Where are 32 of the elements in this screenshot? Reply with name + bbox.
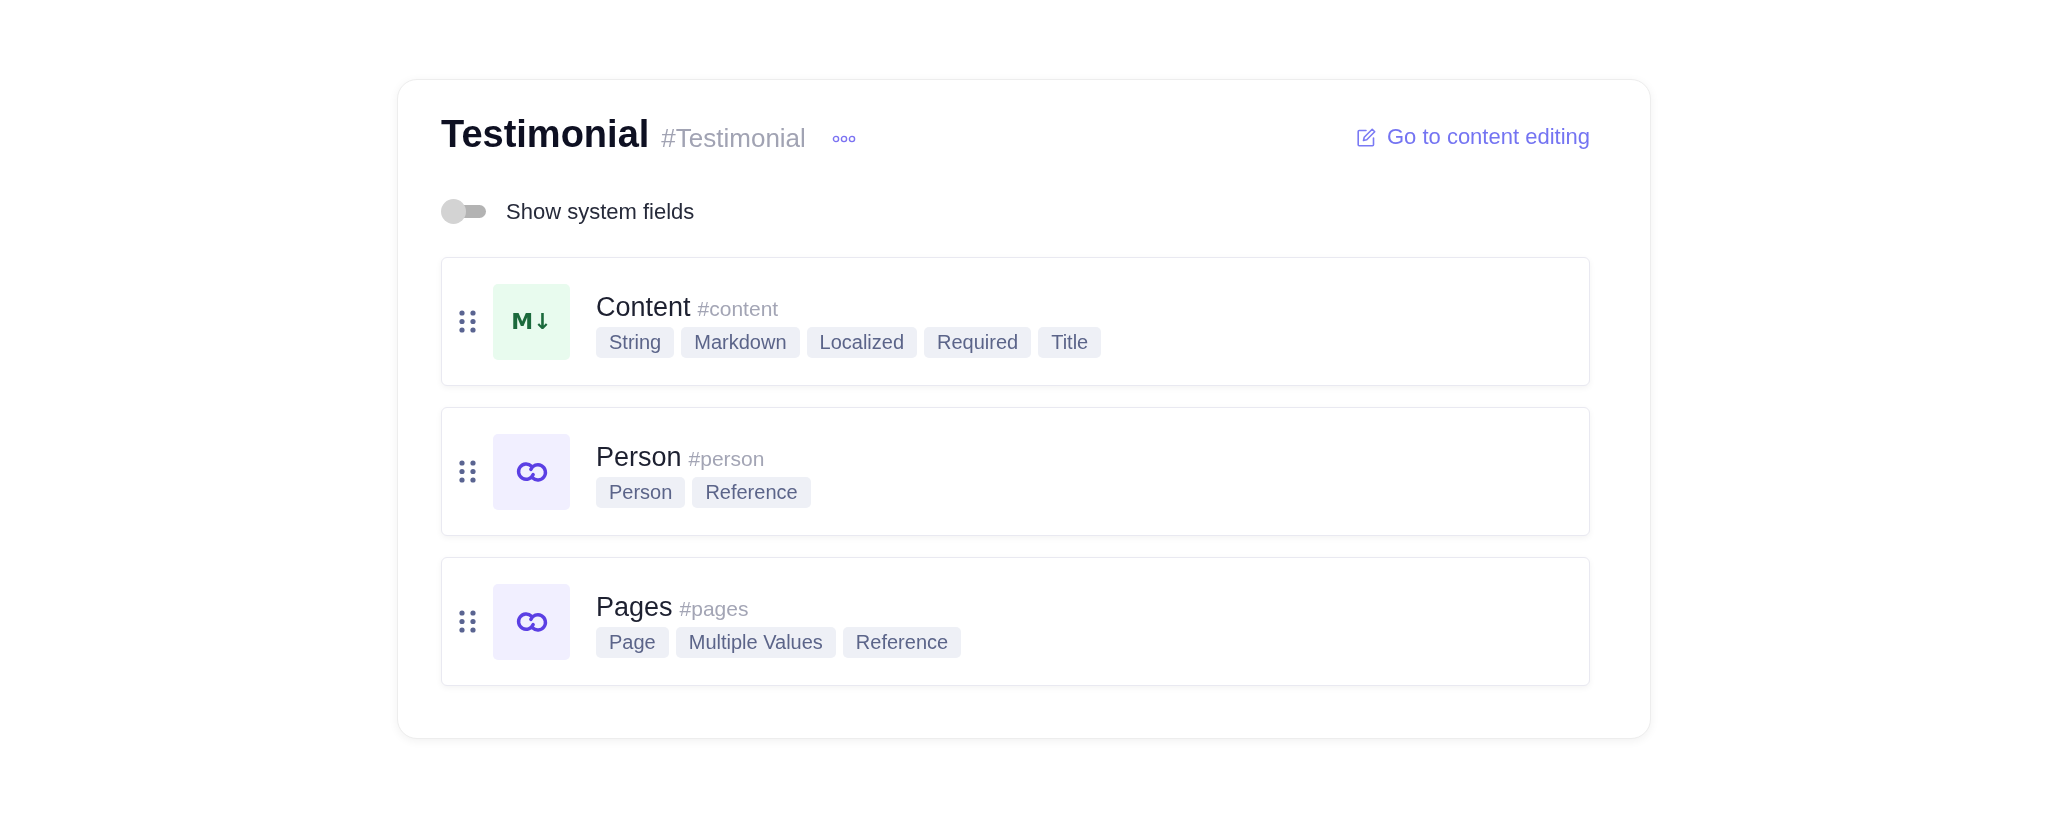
edit-link[interactable]: Go to content editing — [1356, 124, 1590, 150]
field-tag: Person — [596, 477, 686, 508]
edit-icon — [1356, 127, 1376, 147]
field-tag: Localized — [806, 327, 918, 358]
field-name: Pages — [596, 591, 673, 623]
field-row[interactable]: M↓ Content #content String Markdown Localized Required Title — [441, 257, 1590, 386]
toggle-switch[interactable] — [441, 199, 486, 224]
field-tag: Markdown — [681, 327, 800, 358]
field-tag: String — [596, 327, 675, 358]
drag-handle-icon[interactable] — [459, 310, 476, 333]
field-name: Content — [596, 291, 691, 323]
markdown-icon: M↓ — [493, 283, 570, 360]
field-name: Person — [596, 441, 682, 473]
field-handle: #content — [697, 296, 779, 322]
field-tag: Multiple Values — [675, 627, 836, 658]
link-icon — [493, 433, 570, 510]
field-tag: Required — [924, 327, 1032, 358]
drag-handle-icon[interactable] — [459, 610, 476, 633]
field-tag: Reference — [842, 627, 962, 658]
field-row[interactable]: Person #person Person Reference — [441, 407, 1590, 536]
toggle-label: Show system fields — [506, 198, 695, 225]
field-tag: Page — [596, 627, 669, 658]
schema-handle: #Testimonial — [661, 123, 806, 154]
field-handle: #pages — [679, 596, 749, 622]
field-tag: Title — [1038, 327, 1102, 358]
schema-title: Testimonial — [441, 112, 650, 157]
link-icon — [493, 583, 570, 660]
drag-handle-icon[interactable] — [459, 460, 476, 483]
more-icon[interactable] — [831, 135, 856, 143]
field-handle: #person — [688, 446, 765, 472]
field-tag: Reference — [692, 477, 811, 508]
field-row[interactable]: Pages #pages Page Multiple Values Reference — [441, 557, 1590, 686]
